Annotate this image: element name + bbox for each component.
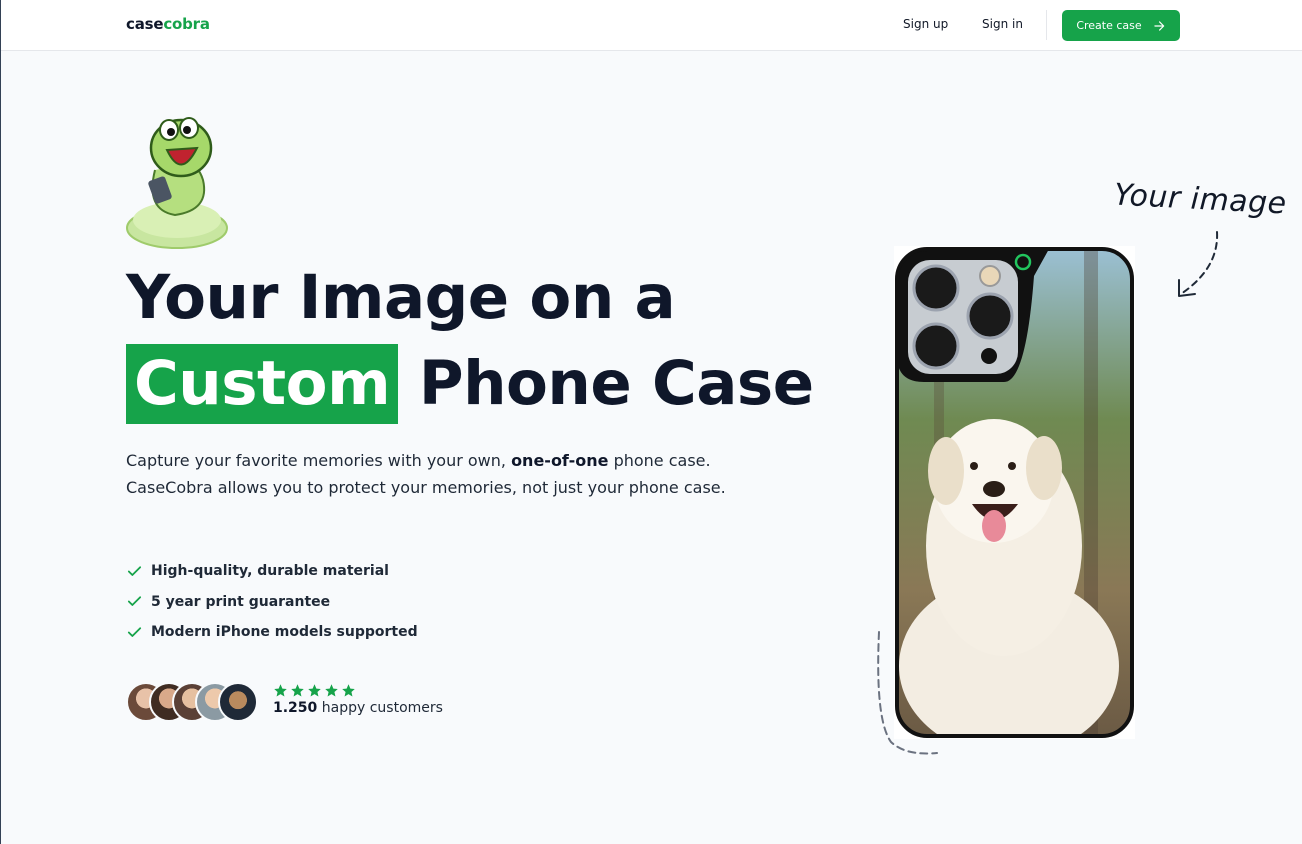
- snake-mascot-image: [126, 117, 228, 249]
- star-icon: [342, 684, 355, 697]
- star-icon: [274, 684, 287, 697]
- check-icon: [127, 566, 142, 576]
- feature-label: High-quality, durable material: [151, 563, 389, 580]
- logo[interactable]: casecobra: [126, 15, 210, 33]
- sign-up-link[interactable]: Sign up: [903, 17, 948, 31]
- subtitle-bold: one-of-one: [511, 451, 609, 470]
- star-icon: [308, 684, 321, 697]
- create-case-button[interactable]: Create case: [1062, 10, 1180, 41]
- star-icon: [291, 684, 304, 697]
- feature-item: 5 year print guarantee: [126, 587, 418, 618]
- feature-label: 5 year print guarantee: [151, 593, 331, 610]
- customer-avatars: [126, 682, 258, 722]
- arrow-right-icon: [1154, 20, 1164, 31]
- nav-divider: [1046, 10, 1047, 40]
- create-case-label: Create case: [1076, 19, 1142, 32]
- customers-number: 1.250: [273, 700, 318, 716]
- star-icon: [325, 684, 338, 697]
- hero-headline: Your Image on a Custom Phone Case: [126, 255, 826, 427]
- feature-label: Modern iPhone models supported: [151, 624, 418, 641]
- headline-highlight: Custom: [126, 344, 399, 424]
- logo-part1: case: [126, 15, 164, 33]
- headline-line2: Phone Case: [418, 348, 814, 419]
- check-icon: [127, 596, 142, 607]
- check-icon: [127, 627, 142, 637]
- logo-part2: cobra: [163, 15, 210, 33]
- customers-count: 1.250 happy customers: [273, 700, 443, 716]
- headline-line1: Your Image on a: [126, 262, 676, 333]
- hero-subtitle: Capture your favorite memories with your…: [126, 448, 746, 501]
- subtitle-part1: Capture your favorite memories with your…: [126, 451, 512, 470]
- rating-stars: [273, 683, 356, 698]
- avatar: [218, 682, 258, 722]
- navbar: casecobra Sign up Sign in Create case: [1, 0, 1302, 51]
- feature-item: High-quality, durable material: [126, 556, 418, 587]
- customers-label: happy customers: [321, 700, 443, 716]
- feature-list: High-quality, durable material 5 year pr…: [126, 556, 418, 648]
- curved-arrow-icon: [1178, 231, 1219, 297]
- phone-case-preview-image: [894, 246, 1135, 739]
- sign-in-link[interactable]: Sign in: [982, 17, 1023, 31]
- feature-item: Modern iPhone models supported: [126, 617, 418, 648]
- your-image-annotation: Your image: [1113, 177, 1288, 222]
